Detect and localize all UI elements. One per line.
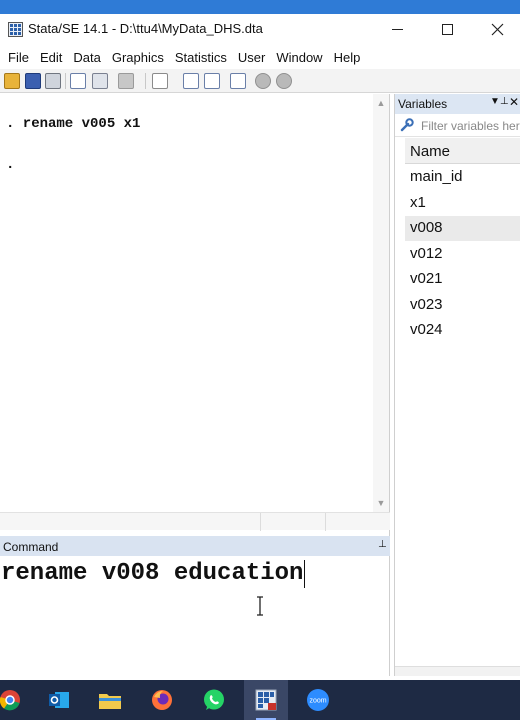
taskbar-stata[interactable] (244, 680, 288, 720)
zoom-label: zoom (309, 698, 326, 705)
do-file-editor-icon[interactable] (152, 73, 168, 89)
open-icon[interactable] (4, 73, 20, 89)
menu-help[interactable]: Help (334, 50, 361, 65)
command-header: Command ⊥ (0, 536, 390, 556)
command-title: Command (3, 540, 59, 554)
chrome-icon (0, 690, 20, 711)
toolbar (0, 69, 520, 93)
taskbar-file-explorer[interactable] (88, 680, 132, 720)
viewer-icon[interactable] (92, 73, 108, 89)
toolbar-separator (145, 73, 146, 89)
variables-manager-icon[interactable] (230, 73, 246, 89)
close-button[interactable] (474, 14, 520, 45)
graph-icon[interactable] (118, 73, 134, 89)
filter-placeholder: Filter variables here (421, 119, 520, 133)
maximize-button[interactable] (424, 14, 470, 45)
results-window[interactable]: ▲ ▼ (0, 94, 390, 536)
text-cursor-icon (257, 596, 263, 616)
window-title: Stata/SE 14.1 - D:\ttu4\MyData_DHS.dta (28, 21, 263, 36)
title-bar: Stata/SE 14.1 - D:\ttu4\MyData_DHS.dta (0, 14, 520, 45)
variable-row[interactable]: x1 (405, 191, 520, 216)
desktop-top-strip (0, 0, 520, 14)
pin-icon[interactable]: ▼⊥ (490, 96, 509, 107)
data-browser-icon[interactable] (204, 73, 220, 89)
variables-title: Variables (398, 97, 448, 111)
variable-row[interactable]: main_id (405, 165, 520, 190)
status-divider (325, 513, 326, 531)
stata-app-icon (8, 22, 23, 37)
result-line: . rename v005 x1 (6, 116, 141, 132)
toolbar-separator (65, 73, 66, 89)
menu-window[interactable]: Window (276, 50, 322, 65)
variables-scrollbar[interactable] (395, 666, 520, 676)
variable-row[interactable]: v023 (405, 293, 520, 318)
variable-row[interactable]: v021 (405, 267, 520, 292)
taskbar-chrome[interactable] (0, 680, 32, 720)
zoom-icon: zoom (307, 689, 329, 711)
status-divider (260, 513, 261, 531)
results-status-strip (0, 512, 390, 531)
minimize-icon (391, 29, 403, 30)
taskbar-whatsapp[interactable] (192, 680, 236, 720)
variables-header: Variables ▼⊥ ✕ (395, 94, 520, 114)
taskbar-firefox[interactable] (140, 680, 184, 720)
menu-edit[interactable]: Edit (40, 50, 62, 65)
menu-bar: File Edit Data Graphics Statistics User … (0, 45, 520, 69)
close-icon (491, 23, 503, 36)
maximize-icon (441, 24, 453, 35)
firefox-icon (152, 690, 172, 710)
outlook-icon (49, 692, 69, 708)
variable-row-selected[interactable]: v008 (405, 216, 520, 241)
log-icon[interactable] (70, 73, 86, 89)
menu-graphics[interactable]: Graphics (112, 50, 164, 65)
pin-icon[interactable]: ⊥ (378, 539, 387, 550)
result-line: . (6, 157, 15, 173)
taskbar: zoom (0, 680, 520, 720)
menu-user[interactable]: User (238, 50, 265, 65)
variables-panel: Variables ▼⊥ ✕ Filter variables here Nam… (394, 94, 520, 676)
command-window: Command ⊥ rename v008 education (0, 536, 390, 676)
variables-filter[interactable]: Filter variables here (395, 115, 520, 137)
command-input[interactable]: rename v008 education (1, 560, 306, 588)
scroll-down-icon[interactable]: ▼ (376, 498, 386, 508)
variable-row[interactable]: v024 (405, 318, 520, 343)
taskbar-outlook[interactable] (37, 680, 81, 720)
whatsapp-icon (204, 689, 224, 710)
menu-file[interactable]: File (8, 50, 29, 65)
menu-data[interactable]: Data (73, 50, 100, 65)
print-icon[interactable] (45, 73, 61, 89)
minimize-button[interactable] (374, 14, 420, 45)
scroll-up-icon[interactable]: ▲ (376, 98, 386, 108)
results-scrollbar[interactable]: ▲ ▼ (373, 94, 389, 512)
menu-statistics[interactable]: Statistics (175, 50, 227, 65)
stata-icon (255, 689, 277, 711)
data-editor-icon[interactable] (183, 73, 199, 89)
break-icon[interactable] (276, 73, 292, 89)
save-icon[interactable] (25, 73, 41, 89)
panel-close-icon[interactable]: ✕ (509, 95, 519, 109)
file-explorer-icon (99, 694, 121, 709)
column-header-name[interactable]: Name (405, 138, 520, 164)
wrench-icon (400, 118, 414, 132)
variable-row[interactable]: v012 (405, 242, 520, 267)
more-icon[interactable] (255, 73, 271, 89)
taskbar-zoom[interactable]: zoom (296, 680, 340, 720)
